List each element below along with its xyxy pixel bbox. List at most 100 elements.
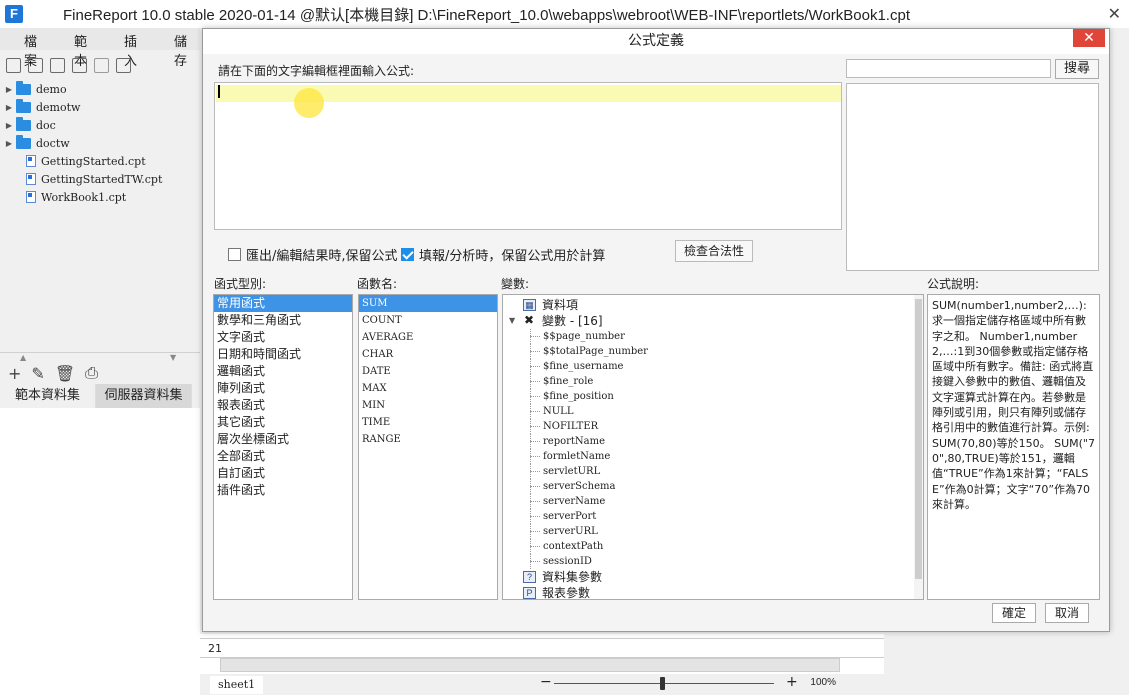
keep-formula-export-checkbox[interactable]: 匯出/編輯結果時,保留公式 (228, 245, 398, 264)
zoom-out-icon[interactable]: − (540, 674, 552, 690)
list-item[interactable]: servletURL (503, 464, 923, 479)
collapse-icon[interactable]: ▼ (509, 313, 515, 329)
formula-editor[interactable] (214, 82, 842, 230)
expand-icon[interactable]: ▶ (2, 121, 16, 130)
tree-node-dataset-params[interactable]: ? 資料集參數 (503, 569, 923, 585)
list-item[interactable]: $$page_number (503, 329, 923, 344)
list-item[interactable]: $fine_role (503, 374, 923, 389)
preview-icon[interactable]: ⎙ (85, 363, 98, 383)
tab-sheet1[interactable]: sheet1 (210, 675, 264, 694)
menu-save[interactable]: 儲存 (150, 28, 200, 69)
tree-file-gettingstartedtw[interactable]: GettingStartedTW.cpt (0, 170, 200, 188)
tab-template-dataset[interactable]: 範本資料集 (0, 384, 96, 408)
list-item[interactable]: COUNT (359, 312, 497, 329)
delete-icon[interactable]: 🗑 (55, 364, 75, 383)
list-item[interactable]: NULL (503, 404, 923, 419)
text-caret (218, 85, 220, 98)
list-item[interactable]: sessionID (503, 554, 923, 569)
tree-label: demo (36, 82, 67, 96)
dialog-close-button[interactable]: ✕ (1073, 29, 1105, 47)
list-item[interactable]: AVERAGE (359, 329, 497, 346)
list-item[interactable]: RANGE (359, 431, 497, 448)
variable-label: formletName (543, 451, 611, 462)
collapse-up-icon[interactable]: ▲ (20, 353, 26, 362)
delete-icon[interactable] (94, 57, 109, 73)
list-item[interactable]: serverName (503, 494, 923, 509)
tree-folder-demotw[interactable]: ▶ demotw (0, 98, 200, 116)
search-results (846, 83, 1099, 271)
menu-insert[interactable]: 插入 (100, 28, 150, 69)
list-item[interactable]: SUM (359, 295, 497, 312)
list-item[interactable]: $$totalPage_number (503, 344, 923, 359)
browse-icon[interactable] (50, 57, 65, 73)
list-item[interactable]: reportName (503, 434, 923, 449)
tree-folder-doctw[interactable]: ▶ doctw (0, 134, 200, 152)
list-item[interactable]: 數學和三角函式 (214, 312, 352, 329)
cancel-button[interactable]: 取消 (1045, 603, 1089, 623)
variable-label: serverURL (543, 526, 598, 537)
tree-file-gettingstarted[interactable]: GettingStarted.cpt (0, 152, 200, 170)
new-template-icon[interactable] (6, 57, 21, 73)
list-item[interactable]: 插件函式 (214, 482, 352, 499)
list-item[interactable]: contextPath (503, 539, 923, 554)
list-item[interactable]: CHAR (359, 346, 497, 363)
list-item[interactable]: 邏輯函式 (214, 363, 352, 380)
zoom-slider-handle[interactable] (660, 677, 665, 690)
list-item[interactable]: 全部函式 (214, 448, 352, 465)
list-item[interactable]: $fine_position (503, 389, 923, 404)
menu-template[interactable]: 範本 (50, 28, 100, 69)
list-item[interactable]: 層次坐標函式 (214, 431, 352, 448)
tree-branch (530, 501, 540, 502)
list-item[interactable]: 常用函式 (214, 295, 352, 312)
tree-node-data-item[interactable]: ▦ 資料項 (503, 297, 923, 313)
expand-icon[interactable]: ▶ (2, 85, 16, 94)
function-search-input[interactable] (846, 59, 1051, 78)
list-item[interactable]: 報表函式 (214, 397, 352, 414)
add-dataset-icon[interactable]: + (8, 364, 21, 383)
menu-file[interactable]: 檔案 (0, 28, 50, 69)
list-item[interactable]: $fine_username (503, 359, 923, 374)
list-item[interactable]: MAX (359, 380, 497, 397)
checkbox-checked-icon[interactable] (401, 248, 414, 261)
expand-icon[interactable]: ▶ (2, 139, 16, 148)
vertical-scrollbar[interactable] (914, 295, 923, 599)
list-item[interactable]: MIN (359, 397, 497, 414)
list-item[interactable]: serverPort (503, 509, 923, 524)
tree-folder-doc[interactable]: ▶ doc (0, 116, 200, 134)
list-item[interactable]: 文字函式 (214, 329, 352, 346)
parameter-icon: ? (523, 571, 536, 583)
copy-icon[interactable] (116, 57, 131, 73)
check-validity-button[interactable]: 檢查合法性 (675, 240, 753, 262)
list-item[interactable]: formletName (503, 449, 923, 464)
list-item[interactable]: 日期和時間函式 (214, 346, 352, 363)
variable-label: $fine_position (543, 391, 614, 402)
edit-icon[interactable]: ✎ (31, 364, 44, 383)
settings-icon[interactable] (72, 57, 87, 73)
checkbox-icon[interactable] (228, 248, 241, 261)
list-item[interactable]: serverURL (503, 524, 923, 539)
zoom-in-icon[interactable]: + (786, 674, 798, 690)
panel-splitter[interactable]: ▲ ▼ (0, 352, 200, 362)
expand-icon[interactable]: ▶ (2, 103, 16, 112)
tree-file-workbook1[interactable]: WorkBook1.cpt (0, 188, 200, 206)
tree-folder-demo[interactable]: ▶ demo (0, 80, 200, 98)
tab-server-dataset[interactable]: 伺服器資料集 (96, 384, 192, 408)
list-item[interactable]: NOFILTER (503, 419, 923, 434)
horizontal-scrollbar[interactable] (220, 658, 840, 672)
list-item[interactable]: 陣列函式 (214, 380, 352, 397)
tree-node-variables[interactable]: ▼ ✖ 變數 - [16] (503, 313, 923, 329)
list-item[interactable]: TIME (359, 414, 497, 431)
list-item[interactable]: serverSchema (503, 479, 923, 494)
open-folder-icon[interactable] (28, 57, 43, 73)
ok-button[interactable]: 確定 (992, 603, 1036, 623)
window-close-icon[interactable]: ✕ (1108, 4, 1121, 23)
tree-node-report-params[interactable]: P 報表參數 (503, 585, 923, 599)
list-item[interactable]: DATE (359, 363, 497, 380)
list-item[interactable]: 自訂函式 (214, 465, 352, 482)
tree-label: 資料項 (542, 298, 579, 312)
scrollbar-thumb[interactable] (915, 299, 922, 579)
list-item[interactable]: 其它函式 (214, 414, 352, 431)
keep-formula-calc-checkbox[interactable]: 填報/分析時，保留公式用於計算 (401, 245, 605, 264)
collapse-down-icon[interactable]: ▼ (170, 353, 176, 362)
search-button[interactable]: 搜尋 (1055, 59, 1099, 79)
